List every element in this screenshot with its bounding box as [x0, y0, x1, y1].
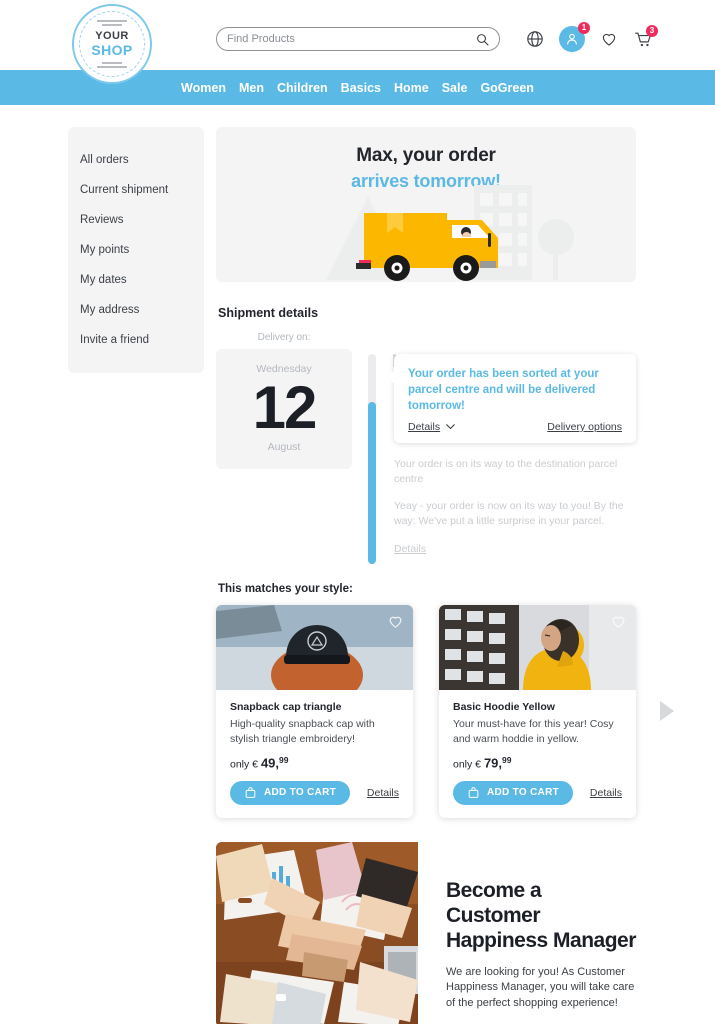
search-bar[interactable]	[216, 27, 500, 51]
price-cents: 99	[279, 755, 289, 765]
nav-item-basics[interactable]: Basics	[341, 81, 381, 95]
promo-heading: Become a Customer Happiness Manager	[446, 878, 636, 952]
sidebar-item-my-address[interactable]: My address	[68, 295, 204, 325]
product-actions: ADD TO CART Details	[230, 780, 399, 805]
hero-headline: Max, your order	[356, 145, 496, 166]
history-entry: Your order is on its way to the destinat…	[394, 458, 618, 485]
product-body: Basic Hoodie Yellow Your must-have for t…	[439, 690, 636, 818]
promo-image	[216, 841, 418, 1024]
search-input[interactable]	[227, 33, 476, 45]
tracking-progress-bar	[368, 354, 402, 564]
product-image	[439, 605, 636, 690]
promo-text: Become a Customer Happiness Manager We a…	[418, 842, 636, 1024]
price-prefix: only €	[230, 758, 259, 771]
main-column: Max, your order arrives tomorrow! Shipme…	[216, 127, 674, 1024]
promo-body: We are looking for you! As Customer Happ…	[446, 965, 635, 1009]
product-title: Snapback cap triangle	[230, 701, 342, 713]
site-header: YOUR SHOP Find Products 1 3	[0, 0, 715, 84]
shopping-bag-icon	[468, 787, 479, 798]
carousel-next-arrow-icon[interactable]	[660, 701, 674, 721]
product-image	[216, 605, 413, 690]
hero-banner: Max, your order arrives tomorrow!	[216, 127, 636, 282]
account-badge: 1	[578, 22, 590, 34]
site-logo[interactable]: YOUR SHOP	[72, 4, 152, 84]
add-to-cart-label: ADD TO CART	[487, 787, 560, 798]
shopping-bag-icon	[245, 787, 256, 798]
nav-item-women[interactable]: Women	[181, 81, 226, 95]
cart-icon[interactable]: 3	[633, 25, 658, 49]
tracking-content: Your order has been sorted at your parce…	[387, 332, 636, 557]
add-to-cart-button[interactable]: ADD TO CART	[230, 780, 351, 805]
add-to-cart-button[interactable]: ADD TO CART	[453, 780, 574, 805]
nav-item-children[interactable]: Children	[277, 81, 328, 95]
product-title: Basic Hoodie Yellow	[453, 701, 555, 713]
product-actions: ADD TO CART Details	[453, 780, 622, 805]
tracking-bar-fill	[368, 402, 376, 564]
shipment-details: Delivery on: Wednesday 12 August Your or…	[216, 332, 636, 564]
product-card[interactable]: Snapback cap triangle High-quality snapb…	[216, 605, 413, 818]
tracking-column: Your order has been sorted at your parce…	[368, 332, 636, 564]
nav-item-gogreen[interactable]: GoGreen	[480, 81, 534, 95]
page-root: YOUR SHOP Find Products 1 3 Women Men Ch…	[0, 0, 715, 1024]
price-amount: 79,	[483, 755, 503, 771]
nav-item-home[interactable]: Home	[394, 81, 429, 95]
recommendations-carousel: Snapback cap triangle High-quality snapb…	[216, 605, 674, 818]
nav-item-sale[interactable]: Sale	[442, 81, 468, 95]
team-hands-photo	[216, 841, 418, 1024]
price-cents: 99	[502, 755, 512, 765]
status-message: Your order has been sorted at your parce…	[408, 368, 599, 412]
search-icon[interactable]	[476, 33, 489, 46]
delivery-options-link[interactable]: Delivery options	[547, 421, 622, 433]
sidebar-item-my-points[interactable]: My points	[68, 235, 204, 265]
yellow-hoodie-photo	[439, 605, 636, 690]
cart-badge: 3	[646, 25, 658, 37]
logo-dashed-ring	[79, 11, 145, 77]
price-amount: 49,	[260, 755, 280, 771]
history-entry: Yeay - your order is now on its way to y…	[394, 500, 624, 527]
wishlist-heart-icon[interactable]	[610, 613, 627, 630]
account-icon[interactable]: 1	[559, 22, 590, 52]
recommendations-title: This matches your style:	[218, 583, 353, 595]
wishlist-heart-icon[interactable]	[599, 29, 619, 49]
product-body: Snapback cap triangle High-quality snapb…	[216, 690, 413, 818]
tracking-history: Your order is on its way to the destinat…	[394, 457, 636, 557]
product-price: only € 79,99	[453, 755, 622, 771]
product-description: Your must-have for this year! Cosy and w…	[453, 718, 614, 745]
product-description: High-quality snapback cap with stylish t…	[230, 718, 375, 745]
sidebar-item-reviews[interactable]: Reviews	[68, 205, 204, 235]
logo-badge: YOUR SHOP	[72, 4, 152, 84]
status-callout: Your order has been sorted at your parce…	[387, 354, 636, 443]
sidebar-item-invite-a-friend[interactable]: Invite a friend	[68, 325, 204, 355]
page-content: All orders Current shipment Reviews My p…	[0, 105, 715, 1024]
globe-icon[interactable]	[525, 29, 545, 49]
price-prefix: only €	[453, 758, 482, 771]
product-details-link[interactable]: Details	[590, 787, 622, 799]
sidebar-item-my-dates[interactable]: My dates	[68, 265, 204, 295]
delivery-on-label: Delivery on:	[257, 332, 311, 343]
sidebar-item-current-shipment[interactable]: Current shipment	[68, 175, 204, 205]
snapback-cap-photo	[216, 605, 413, 690]
callout-links: Details Delivery options	[408, 421, 622, 433]
history-details-link[interactable]: Details	[394, 543, 426, 555]
chevron-down-icon[interactable]	[446, 424, 455, 430]
delivery-day: 12	[252, 374, 318, 441]
sidebar-item-all-orders[interactable]: All orders	[68, 145, 204, 175]
add-to-cart-label: ADD TO CART	[264, 787, 337, 798]
delivery-truck-illustration	[326, 185, 574, 281]
account-sidebar: All orders Current shipment Reviews My p…	[68, 127, 204, 373]
nav-item-men[interactable]: Men	[239, 81, 264, 95]
shipment-section-title: Shipment details	[218, 306, 319, 320]
wishlist-heart-icon[interactable]	[387, 613, 404, 630]
delivery-date-column: Delivery on: Wednesday 12 August	[216, 332, 352, 557]
callout-details-toggle[interactable]: Details	[408, 421, 455, 433]
header-icon-group: 1 3	[525, 22, 658, 52]
callout-details-link[interactable]: Details	[408, 421, 440, 433]
delivery-date-card: Wednesday 12 August	[216, 349, 352, 469]
product-price: only € 49,99	[230, 755, 399, 771]
promo-banner: Become a Customer Happiness Manager We a…	[216, 841, 636, 1024]
product-details-link[interactable]: Details	[367, 787, 399, 799]
delivery-month: August	[267, 441, 301, 453]
product-card[interactable]: Basic Hoodie Yellow Your must-have for t…	[439, 605, 636, 818]
